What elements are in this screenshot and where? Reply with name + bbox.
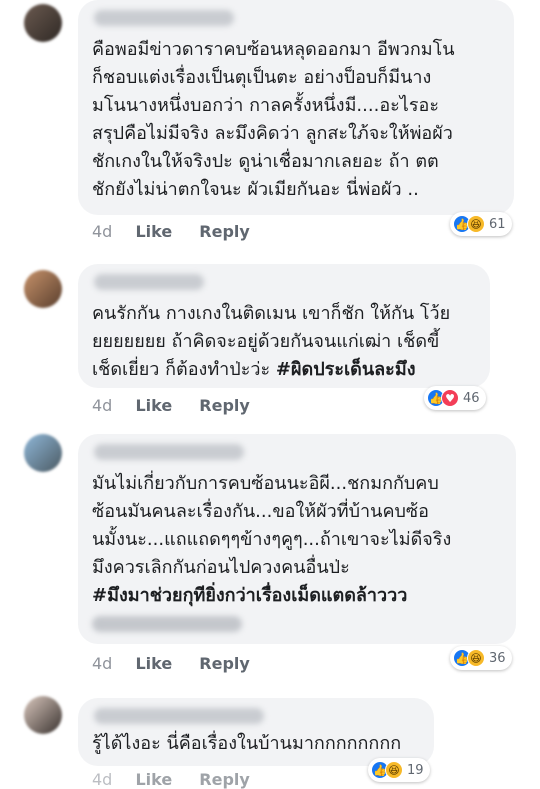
haha-icon: 😆 [385, 761, 403, 779]
reaction-count: 46 [463, 390, 480, 406]
author-name-blurred[interactable] [94, 708, 264, 724]
blurred-mention[interactable] [92, 616, 242, 632]
avatar[interactable] [24, 696, 62, 734]
reply-button[interactable]: Reply [199, 396, 250, 415]
comment-text: คือพอมีข่าวดาราคบซ้อนหลุดออกมา อีพวกมโน … [92, 39, 455, 200]
avatar[interactable] [24, 4, 62, 42]
reaction-count: 36 [489, 650, 506, 666]
timestamp[interactable]: 4d [92, 770, 112, 789]
reply-button[interactable]: Reply [199, 222, 250, 241]
comment-actions: 4d Like Reply [92, 396, 250, 415]
avatar[interactable] [24, 434, 62, 472]
comment-text: มันไม่เกี่ยวกับการคบซ้อนนะอิผี...ชกมกกับ… [92, 470, 502, 610]
comment-actions: 4d Like Reply [92, 770, 250, 789]
reaction-summary[interactable]: 👍 😆 61 [450, 212, 512, 236]
reply-button[interactable]: Reply [199, 770, 250, 789]
comment-text: คนรักกัน กางเกงในติดเมน เขาก็ชัก ให้กัน … [92, 300, 476, 384]
reply-button[interactable]: Reply [199, 654, 250, 673]
like-button[interactable]: Like [135, 770, 172, 789]
comment-bubble: มันไม่เกี่ยวกับการคบซ้อนนะอิผี...ชกมกกับ… [78, 434, 516, 644]
comment-bubble: รู้ได้ไงอะ นี่คือเรื่องในบ้านมากกกกกกกก [78, 698, 434, 766]
comment-bubble: คนรักกัน กางเกงในติดเมน เขาก็ชัก ให้กัน … [78, 264, 490, 388]
reaction-count: 61 [489, 216, 506, 232]
comment-actions: 4d Like Reply [92, 654, 250, 673]
like-button[interactable]: Like [135, 654, 172, 673]
timestamp[interactable]: 4d [92, 654, 112, 673]
comment-bubble: คือพอมีข่าวดาราคบซ้อนหลุดออกมา อีพวกมโน … [78, 0, 514, 215]
haha-icon: 😆 [467, 649, 485, 667]
timestamp[interactable]: 4d [92, 222, 112, 241]
avatar[interactable] [24, 270, 62, 308]
comment-body: มันไม่เกี่ยวกับการคบซ้อนนะอิผี...ชกมกกับ… [92, 473, 452, 578]
reaction-summary[interactable]: 👍 😆 19 [368, 758, 430, 782]
like-button[interactable]: Like [135, 222, 172, 241]
hashtag-link[interactable]: #มึงมาช่วยกุทียิ่งกว่าเรื่องเม็ดแตดล้าวว… [92, 585, 407, 606]
timestamp[interactable]: 4d [92, 396, 112, 415]
reaction-summary[interactable]: 👍 😆 36 [450, 646, 512, 670]
haha-icon: 😆 [467, 215, 485, 233]
hashtag-link[interactable]: #ผิดประเด็นละมึง [276, 359, 416, 380]
love-icon: ♥ [441, 389, 459, 407]
comment-text: รู้ได้ไงอะ นี่คือเรื่องในบ้านมากกกกกกกก [92, 733, 402, 754]
reaction-summary[interactable]: 👍 ♥ 46 [424, 386, 486, 410]
author-name-blurred[interactable] [94, 274, 204, 290]
author-name-blurred[interactable] [94, 444, 244, 460]
reaction-count: 19 [407, 762, 424, 778]
comment-actions: 4d Like Reply [92, 222, 250, 241]
author-name-blurred[interactable] [94, 10, 234, 26]
like-button[interactable]: Like [135, 396, 172, 415]
